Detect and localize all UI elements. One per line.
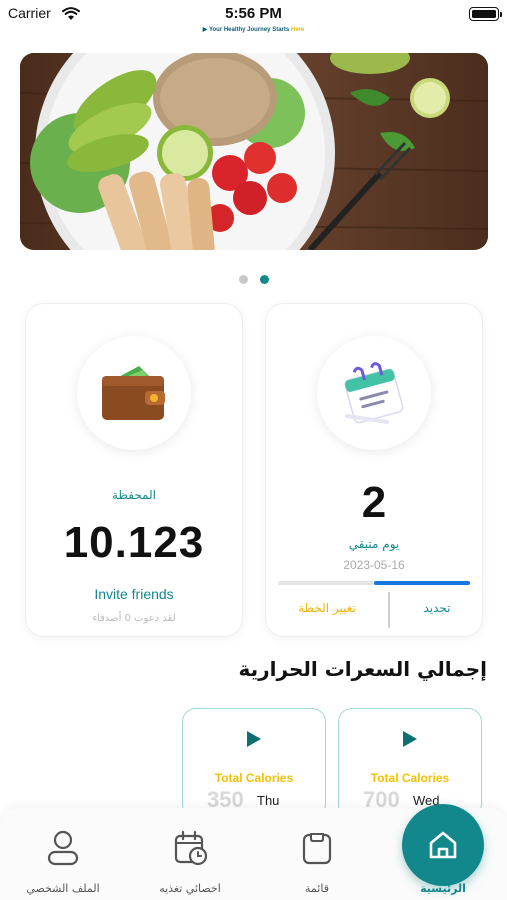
calorie-card[interactable]: Total Calories 350 Thu [182,708,326,818]
wallet-icon-circle [77,336,191,450]
wallet-icon [102,366,165,420]
play-small-icon: ▶ [202,27,208,33]
food-bowl-image [20,53,488,250]
wallet-card[interactable]: المحفظة 10.123 Invite friends لقد دعوت 0… [26,304,242,636]
nav-label-nutritionist: اخصائي تغذيه [159,882,221,895]
nav-item-nutritionist[interactable]: اخصائي تغذيه [135,808,245,900]
calendar-icon-circle [317,336,431,450]
plan-progress-fill [374,581,470,585]
battery-icon [469,7,502,21]
calendar-clock-icon [174,830,208,866]
calorie-card-title: Total Calories [214,771,294,785]
calorie-card-title: Total Calories [370,771,450,785]
tagline-accent: Here [290,27,305,33]
invite-count-note: لقد دعوت 0 أصدقاء [92,613,176,624]
calories-section-title: إجمالي السعرات الحرارية [238,657,488,681]
home-icon [429,831,457,859]
calorie-day: Thu [257,793,280,808]
renew-button[interactable]: تجديد [392,601,482,615]
invite-friends-button[interactable]: Invite friends [26,586,242,602]
plan-card: 2 يوم متبقي 2023-05-16 تغيير الخطة تجديد [266,304,482,636]
promo-banner[interactable] [20,53,488,250]
play-icon[interactable] [247,731,261,747]
app-tagline: ▶ Your Healthy Journey Starts Here [0,26,507,33]
carousel-dot-1[interactable] [238,275,248,284]
days-remaining-label: يوم متبقي [348,537,400,551]
nav-label-profile: الملف الشخصي [26,882,100,895]
calendar-icon [344,362,404,424]
clock: 5:56 PM [225,5,282,22]
wallet-balance: 10.123 [63,518,205,567]
play-icon[interactable] [403,731,417,747]
nav-item-profile[interactable]: الملف الشخصي [8,808,118,900]
tagline-text: Your Healthy Journey Starts [208,27,290,33]
plan-actions-divider [388,592,390,628]
home-button[interactable] [402,804,484,886]
days-remaining-value: 2 [361,478,387,527]
plan-progress-bar [278,581,470,585]
change-plan-button[interactable]: تغيير الخطة [266,601,388,615]
status-bar: Carrier 5:56 PM ▶ Your Healthy Journey S… [0,0,507,40]
wallet-label: المحفظة [111,488,157,502]
plan-end-date: 2023-05-16 [343,558,405,572]
calorie-card[interactable]: Total Calories 700 Wed [338,708,482,818]
carousel-dot-2[interactable] [259,275,269,284]
clipboard-icon [302,833,332,865]
carousel-indicator[interactable] [0,269,507,288]
nav-label-list: قائمة [305,882,329,895]
nav-item-list[interactable]: قائمة [262,808,372,900]
person-icon [47,830,79,866]
